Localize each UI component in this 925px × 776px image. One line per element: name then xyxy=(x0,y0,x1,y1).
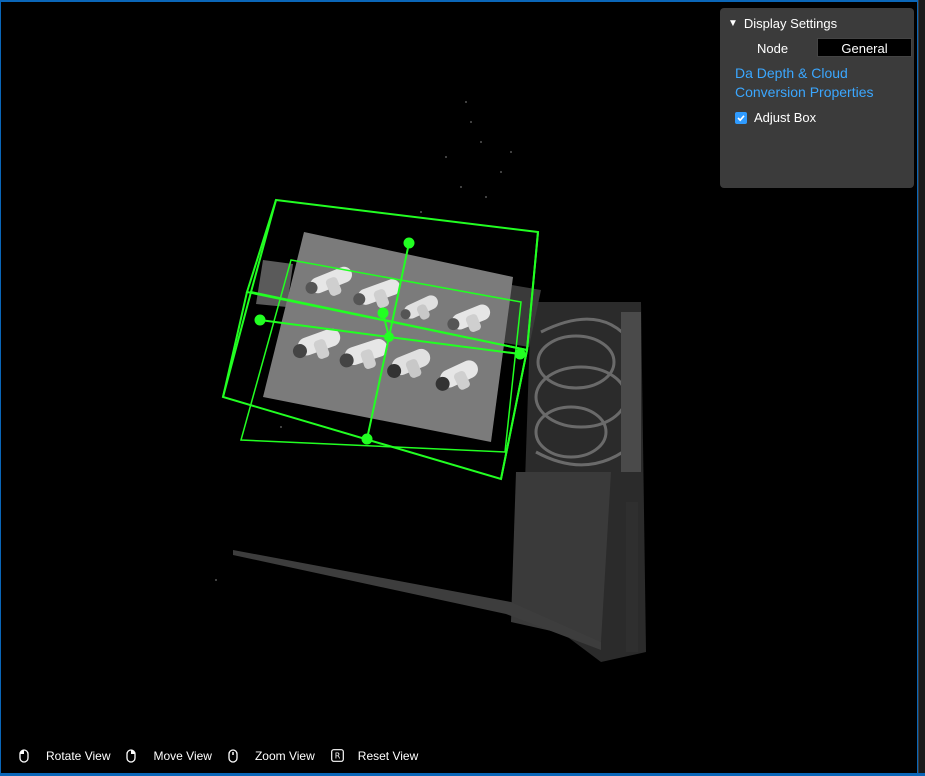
svg-text:R: R xyxy=(335,752,341,761)
display-settings-title: Display Settings xyxy=(743,16,838,31)
rotate-view-label: Rotate View xyxy=(46,749,111,763)
move-view-label: Move View xyxy=(153,749,212,763)
mouse-wheel-icon xyxy=(228,749,242,763)
move-view-hint: Move View xyxy=(126,749,212,763)
gizmo-center xyxy=(384,332,394,342)
gizmo-handle-bottom xyxy=(361,433,373,445)
node-select[interactable]: General xyxy=(817,38,912,57)
mouse-left-button-icon xyxy=(19,749,33,763)
mouse-right-button-icon xyxy=(126,749,140,763)
window-right-edge xyxy=(918,0,925,776)
reset-view-hint: R Reset View xyxy=(330,749,419,763)
adjust-box-checkbox[interactable] xyxy=(735,111,747,124)
node-row: Node General xyxy=(720,38,914,58)
conversion-properties-link[interactable]: Da Depth & Cloud Conversion Properties xyxy=(735,64,905,102)
r-key-icon: R xyxy=(330,749,345,763)
collapse-triangle-icon[interactable]: ▼ xyxy=(728,18,738,29)
zoom-view-label: Zoom View xyxy=(254,749,315,763)
adjust-box-row[interactable]: Adjust Box xyxy=(735,110,816,125)
display-settings-header[interactable]: ▼ Display Settings xyxy=(728,16,837,31)
gizmo-handle-top xyxy=(403,237,415,249)
gizmo-handle-left xyxy=(254,314,266,326)
node-label: Node xyxy=(757,41,789,56)
display-settings-panel: ▼ Display Settings Node General Da Depth… xyxy=(720,8,914,188)
rotate-view-hint: Rotate View xyxy=(19,749,110,763)
view-controls-toolbar: Rotate View Move View Zoom View R Reset … xyxy=(19,747,434,765)
adjust-box-label: Adjust Box xyxy=(754,110,817,125)
checkmark-icon xyxy=(737,114,745,121)
point-cloud-viewport[interactable]: ▼ Display Settings Node General Da Depth… xyxy=(0,0,918,774)
gizmo-handle-depth xyxy=(377,307,389,319)
background-clutter xyxy=(511,302,646,662)
reset-view-label: Reset View xyxy=(357,749,419,763)
zoom-view-hint: Zoom View xyxy=(228,749,315,763)
gizmo-handle-right xyxy=(514,348,526,360)
